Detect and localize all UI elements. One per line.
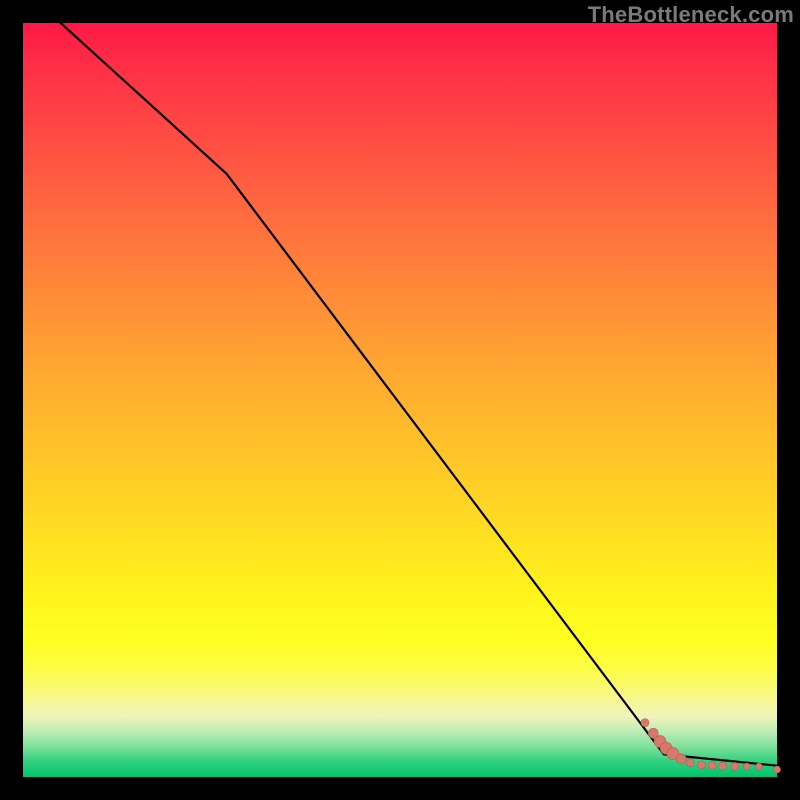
chart-stage: TheBottleneck.com: [0, 0, 800, 800]
plot-area: [23, 23, 777, 777]
watermark-label: TheBottleneck.com: [588, 2, 794, 28]
